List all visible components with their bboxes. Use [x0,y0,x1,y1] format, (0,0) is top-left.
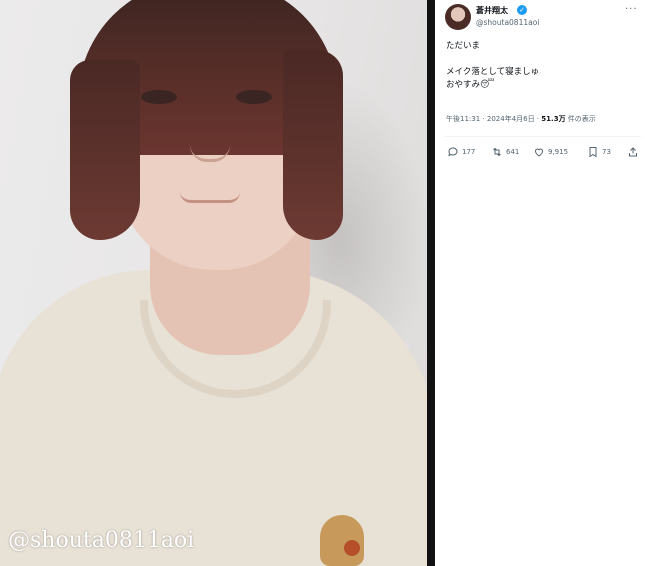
tweet-time[interactable]: 午後11:31 [446,115,480,123]
divider-line [445,136,641,137]
shirt-mascot-emblem [320,515,364,566]
share-button[interactable] [627,146,639,158]
tweet-text: ただいま メイク落として寝ましゅ おやすみ😴 [446,40,539,92]
meta-separator: · [480,115,487,123]
author-name[interactable]: 蒼井翔太 [476,5,508,16]
retweet-icon [493,147,501,157]
author-handle[interactable]: @shouta0811aoi [476,18,539,27]
reply-button[interactable]: 177 [447,146,475,158]
retweet-button[interactable]: 641 [491,146,519,158]
tweet-meta: 午後11:31 · 2024年4月6日 · 51.3万 件の表示 [446,114,596,124]
tweet-line: おやすみ😴 [446,79,539,92]
reply-count: 177 [462,148,476,156]
photo-eye-left [141,90,177,104]
action-bar: 177 641 9,915 73 [445,146,645,162]
tweet-photo[interactable]: @shouta0811aoi [0,0,427,566]
photo-hair-left [70,60,140,240]
tweet-card: 蒼井翔太 ✓ @shouta0811aoi ··· ただいま メイク落として寝ま… [435,0,645,566]
tweet-date[interactable]: 2024年4月6日 [487,115,535,123]
bookmark-icon [589,147,597,158]
sleepy-emoji-icon: 😴 [480,80,495,90]
share-icon [629,147,637,157]
shirt-mascot-ball [344,540,360,556]
bookmark-button[interactable]: 73 [587,146,611,158]
tweet-line: ただいま [446,41,481,51]
tweet-line: メイク落として寝ましゅ [446,67,540,77]
bookmark-count: 73 [602,148,611,156]
tweet-line-text: おやすみ [446,80,481,90]
reply-icon [448,147,458,157]
photo-hair-right [283,50,343,240]
avatar[interactable] [445,4,471,30]
like-count: 9,915 [548,148,569,156]
tweet-line [446,53,539,66]
retweet-count: 641 [506,148,520,156]
panel-divider [427,0,435,566]
like-button[interactable]: 9,915 [533,146,568,158]
photo-eye-right [236,90,272,104]
view-count: 51.3万 [541,115,566,123]
photo-watermark: @shouta0811aoi [8,528,195,553]
more-options-icon[interactable]: ··· [625,4,638,15]
view-label: 件の表示 [565,115,596,123]
photo-mouth [180,192,240,203]
verified-badge-icon: ✓ [517,5,527,15]
like-icon [534,148,544,157]
